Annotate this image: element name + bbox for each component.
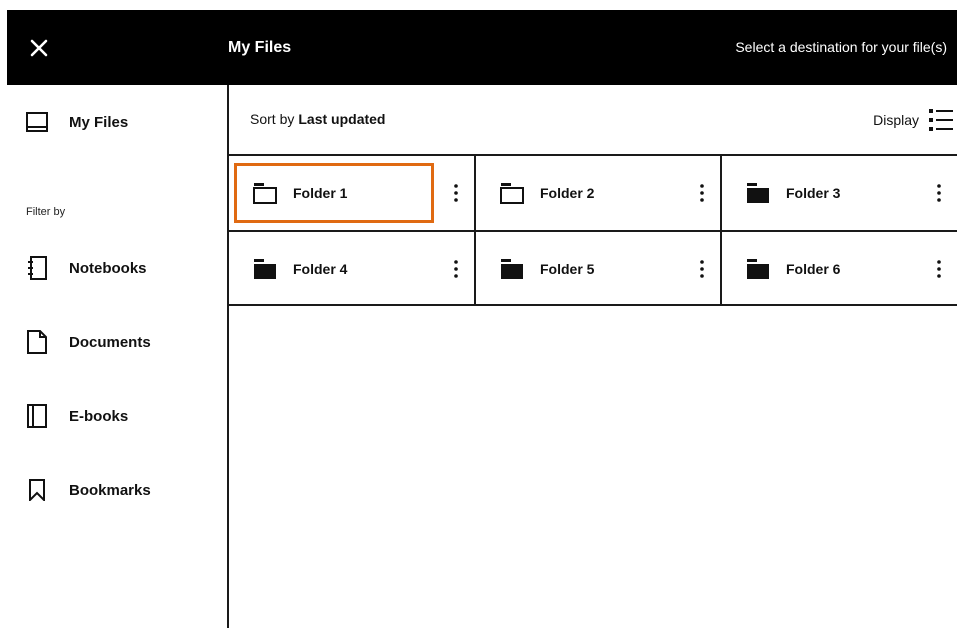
close-icon: [30, 39, 48, 57]
folder-outline-icon: [253, 183, 277, 204]
folder-tile[interactable]: Folder 4: [229, 232, 474, 306]
list-view-icon: [929, 109, 953, 131]
sidebar-item-documents[interactable]: Documents: [25, 327, 151, 357]
sidebar: My Files Filter by Notebooks Documents E…: [7, 85, 229, 628]
folder-name: Folder 2: [540, 185, 595, 201]
more-options-icon[interactable]: [692, 257, 712, 281]
folder-tile[interactable]: Folder 2: [476, 156, 720, 230]
notebook-icon: [25, 256, 49, 280]
sort-dropdown[interactable]: Sort by Last updated: [250, 85, 385, 154]
folder-tile[interactable]: Folder 3: [722, 156, 957, 230]
sort-value: Last updated: [298, 111, 386, 127]
more-options-icon[interactable]: [929, 181, 949, 205]
folder-name: Folder 1: [293, 185, 348, 201]
sidebar-item-label: Notebooks: [69, 259, 147, 277]
sidebar-item-bookmarks[interactable]: Bookmarks: [25, 475, 151, 505]
folder-name: Folder 4: [293, 261, 348, 277]
document-icon: [25, 330, 49, 354]
header-bar: My Files Select a destination for your f…: [7, 10, 957, 85]
sidebar-item-label: Bookmarks: [69, 481, 151, 499]
sort-prefix: Sort by: [250, 111, 295, 127]
sidebar-item-ebooks[interactable]: E-books: [25, 401, 128, 431]
sidebar-item-label: Documents: [69, 333, 151, 351]
folder-name: Folder 6: [786, 261, 841, 277]
more-options-icon[interactable]: [446, 257, 466, 281]
destination-hint: Select a destination for your file(s): [735, 39, 947, 55]
sidebar-item-notebooks[interactable]: Notebooks: [25, 253, 147, 283]
sidebar-item-my-files[interactable]: My Files: [25, 107, 128, 137]
folder-tile[interactable]: Folder 6: [722, 232, 957, 306]
folder-filled-icon: [747, 259, 769, 279]
sidebar-item-label: My Files: [69, 113, 129, 131]
display-toggle[interactable]: Display: [873, 105, 953, 135]
filter-heading: Filter by: [26, 206, 66, 218]
more-options-icon[interactable]: [929, 257, 949, 281]
display-label: Display: [873, 112, 919, 128]
main-panel: Sort by Last updated Display Folder 1 Fo…: [229, 85, 957, 628]
folder-outline-icon: [500, 183, 524, 204]
header-title: My Files: [228, 39, 292, 56]
folder-filled-icon: [254, 259, 276, 279]
sort-toolbar: Sort by Last updated Display: [229, 85, 957, 156]
close-button[interactable]: [25, 34, 53, 62]
more-options-icon[interactable]: [692, 181, 712, 205]
folder-name: Folder 5: [540, 261, 595, 277]
ebook-icon: [25, 404, 49, 428]
more-options-icon[interactable]: [446, 181, 466, 205]
tray-icon: [25, 110, 49, 134]
folder-tile[interactable]: Folder 1: [229, 156, 474, 230]
folder-tile[interactable]: Folder 5: [476, 232, 720, 306]
sidebar-item-label: E-books: [69, 407, 129, 425]
folder-name: Folder 3: [786, 185, 841, 201]
bookmark-icon: [25, 478, 49, 502]
folder-filled-icon: [747, 183, 769, 203]
file-picker-dialog: My Files Select a destination for your f…: [7, 10, 957, 628]
folder-filled-icon: [501, 259, 523, 279]
folder-grid: Folder 1 Folder 2 Folder 3 Folder 4 Fold…: [229, 156, 957, 306]
